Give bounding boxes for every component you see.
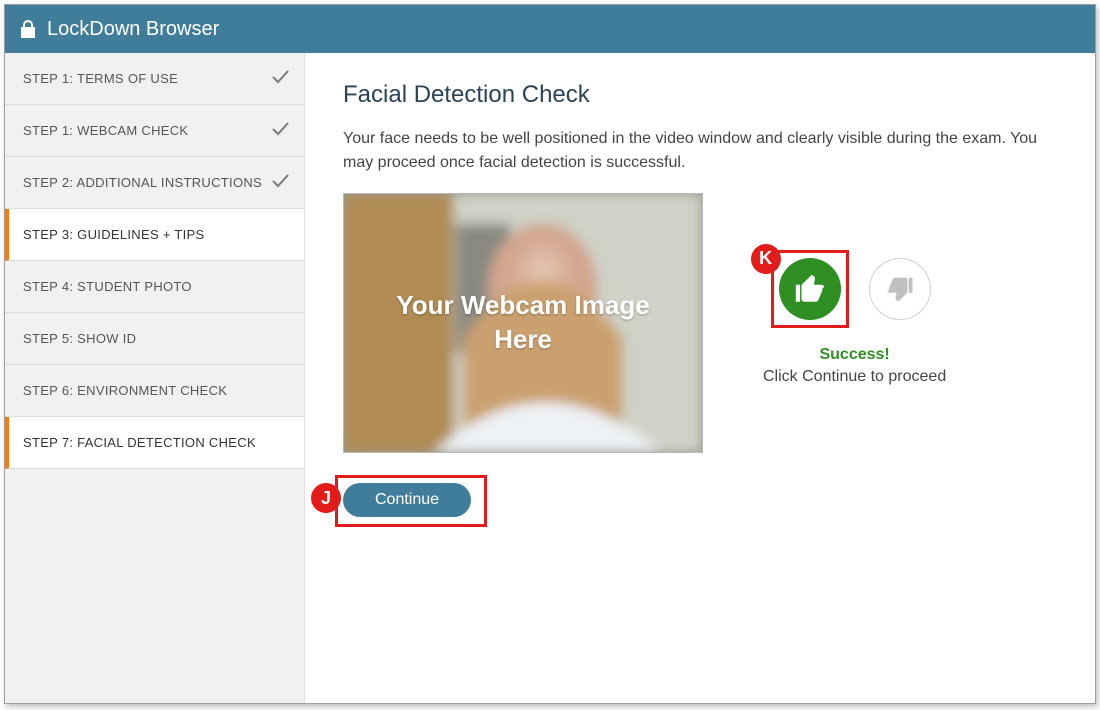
app-window: LockDown Browser STEP 1: TERMS OF USE ST… [4, 4, 1096, 704]
sidebar-step-label: STEP 3: GUIDELINES + TIPS [23, 227, 205, 242]
instructions-text: Your face needs to be well positioned in… [343, 127, 1057, 175]
lock-icon [19, 19, 37, 39]
page-title: Facial Detection Check [343, 81, 1057, 109]
thumbs-row: K [779, 258, 931, 320]
sidebar-step-label: STEP 5: SHOW ID [23, 331, 136, 346]
annotation-box-j [335, 475, 487, 527]
sidebar-step-terms[interactable]: STEP 1: TERMS OF USE [5, 53, 304, 105]
sidebar-step-environment[interactable]: STEP 6: ENVIRONMENT CHECK [5, 365, 304, 417]
annotation-box-k [771, 250, 849, 328]
app-title: LockDown Browser [47, 18, 219, 41]
sidebar-step-guidelines[interactable]: STEP 3: GUIDELINES + TIPS [5, 209, 304, 261]
sidebar-step-label: STEP 7: FACIAL DETECTION CHECK [23, 435, 256, 450]
thumb-up-wrap: K [779, 258, 841, 320]
check-icon [270, 171, 290, 194]
status-text: Success! Click Continue to proceed [763, 344, 946, 389]
sidebar: STEP 1: TERMS OF USE STEP 1: WEBCAM CHEC… [5, 53, 305, 703]
check-icon [270, 119, 290, 142]
annotation-badge-j: J [311, 483, 341, 513]
check-icon [270, 67, 290, 90]
sidebar-step-webcam[interactable]: STEP 1: WEBCAM CHECK [5, 105, 304, 157]
sidebar-step-label: STEP 4: STUDENT PHOTO [23, 279, 192, 294]
continue-area: J Continue [343, 483, 471, 517]
sidebar-step-show-id[interactable]: STEP 5: SHOW ID [5, 313, 304, 365]
sidebar-step-label: STEP 6: ENVIRONMENT CHECK [23, 383, 227, 398]
thumbs-down-icon[interactable] [869, 258, 931, 320]
main-content: Facial Detection Check Your face needs t… [305, 53, 1095, 703]
webcam-preview: Your Webcam Image Here [343, 193, 703, 453]
annotation-badge-k: K [751, 244, 781, 274]
sidebar-step-student-photo[interactable]: STEP 4: STUDENT PHOTO [5, 261, 304, 313]
status-column: K Success! Click Continue to proceed [763, 258, 946, 389]
webcam-placeholder-line2: Here [494, 324, 552, 354]
status-success: Success! [763, 344, 946, 366]
sidebar-step-label: STEP 2: ADDITIONAL INSTRUCTIONS [23, 175, 262, 190]
sidebar-step-label: STEP 1: WEBCAM CHECK [23, 123, 188, 138]
status-sub: Click Continue to proceed [763, 366, 946, 388]
body: STEP 1: TERMS OF USE STEP 1: WEBCAM CHEC… [5, 53, 1095, 703]
titlebar: LockDown Browser [5, 5, 1095, 53]
sidebar-step-facial[interactable]: STEP 7: FACIAL DETECTION CHECK [5, 417, 304, 469]
content-row: Your Webcam Image Here K [343, 193, 1057, 453]
sidebar-step-additional[interactable]: STEP 2: ADDITIONAL INSTRUCTIONS [5, 157, 304, 209]
webcam-placeholder: Your Webcam Image Here [396, 289, 649, 357]
sidebar-step-label: STEP 1: TERMS OF USE [23, 71, 178, 86]
webcam-placeholder-line1: Your Webcam Image [396, 290, 649, 320]
